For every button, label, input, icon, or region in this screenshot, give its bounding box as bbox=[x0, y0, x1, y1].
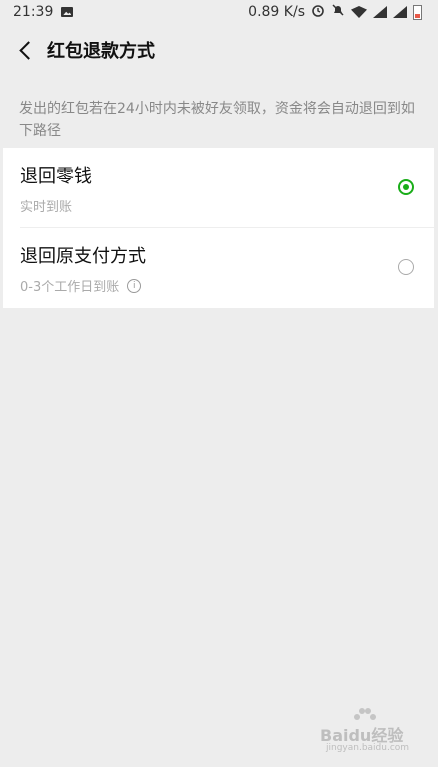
option-sub: 0-3个工作日到账 i bbox=[20, 276, 142, 295]
option-name: 退回零钱 bbox=[20, 166, 92, 187]
battery-icon bbox=[413, 4, 422, 20]
status-time: 21:39 bbox=[13, 4, 54, 20]
option-return-to-balance[interactable]: 退回零钱 实时到账 bbox=[3, 148, 434, 228]
wifi-icon bbox=[351, 6, 367, 18]
radio-unselected-icon[interactable] bbox=[398, 259, 414, 275]
info-icon[interactable]: i bbox=[127, 278, 142, 293]
option-sub-text: 0-3个工作日到账 bbox=[20, 280, 120, 295]
net-speed: 0.89 K/s bbox=[248, 4, 305, 20]
image-icon bbox=[61, 7, 74, 17]
watermark-sub: jingyan.baidu.com bbox=[326, 743, 410, 753]
option-sub-text: 实时到账 bbox=[20, 200, 73, 215]
back-arrow-icon[interactable] bbox=[18, 42, 34, 58]
option-sub: 实时到账 bbox=[20, 196, 72, 215]
refund-options-card: 退回零钱 实时到账 退回原支付方式 0-3个工作日到账 i bbox=[3, 148, 434, 308]
radio-selected-icon[interactable] bbox=[398, 179, 414, 195]
option-name: 退回原支付方式 bbox=[20, 246, 146, 267]
page-title: 红包退款方式 bbox=[47, 41, 155, 62]
mute-icon bbox=[331, 3, 345, 21]
option-return-to-original-payment[interactable]: 退回原支付方式 0-3个工作日到账 i bbox=[3, 228, 434, 308]
status-bar: 21:39 0.89 K/s bbox=[0, 0, 438, 24]
top-nav-bar: 红包退款方式 bbox=[0, 24, 438, 76]
signal-icon bbox=[373, 6, 387, 18]
signal-icon-2 bbox=[393, 6, 407, 18]
refund-note: 发出的红包若在24小时内未被好友领取，资金将会自动退回到如下路径 bbox=[19, 101, 415, 139]
alarm-icon bbox=[311, 3, 325, 21]
